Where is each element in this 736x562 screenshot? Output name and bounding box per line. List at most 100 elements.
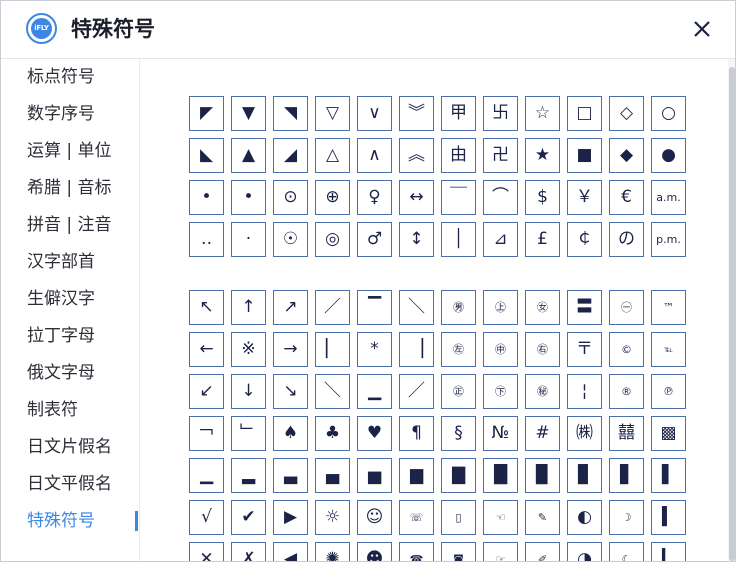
- symbol-cell[interactable]: ＼: [399, 290, 434, 325]
- symbol-cell[interactable]: ✎: [525, 500, 560, 535]
- symbol-cell[interactable]: ☽: [609, 500, 644, 535]
- symbol-cell[interactable]: ／: [315, 290, 350, 325]
- symbol-cell[interactable]: ▄: [315, 458, 350, 493]
- symbol-cell[interactable]: ↔: [399, 180, 434, 215]
- symbol-cell[interactable]: 甲: [441, 96, 476, 131]
- symbol-cell[interactable]: ©: [609, 332, 644, 367]
- symbol-cell[interactable]: ︽: [399, 138, 434, 173]
- symbol-cell[interactable]: $: [525, 180, 560, 215]
- symbol-cell[interactable]: ♥: [357, 416, 392, 451]
- symbol-cell[interactable]: 由: [441, 138, 476, 173]
- symbol-cell[interactable]: ㊧: [441, 332, 476, 367]
- symbol-cell[interactable]: ✕: [189, 542, 224, 561]
- symbol-cell[interactable]: *: [357, 332, 392, 367]
- symbol-cell[interactable]: ←: [189, 332, 224, 367]
- symbol-cell[interactable]: ☜: [483, 500, 518, 535]
- symbol-cell[interactable]: の: [609, 222, 644, 257]
- sidebar-item-russian-letters[interactable]: 俄文字母: [27, 361, 95, 385]
- symbol-cell[interactable]: ♂: [357, 222, 392, 257]
- symbol-cell[interactable]: △: [315, 138, 350, 173]
- sidebar-item-latin-letters[interactable]: 拉丁字母: [27, 324, 95, 348]
- symbol-cell[interactable]: ⌒: [483, 180, 518, 215]
- symbol-cell[interactable]: ⊙: [273, 180, 308, 215]
- symbol-cell[interactable]: ℡: [651, 332, 686, 367]
- symbol-cell[interactable]: ㊀: [609, 290, 644, 325]
- symbol-cell[interactable]: ↙: [189, 374, 224, 409]
- symbol-cell[interactable]: ▼: [231, 96, 266, 131]
- symbol-cell[interactable]: ▉: [525, 458, 560, 493]
- symbol-cell[interactable]: ◢: [273, 138, 308, 173]
- symbol-cell[interactable]: ●: [651, 138, 686, 173]
- symbol-cell[interactable]: ／: [399, 374, 434, 409]
- symbol-cell[interactable]: ☾: [609, 542, 644, 561]
- sidebar-item-rare-characters[interactable]: 生僻汉字: [27, 287, 95, 311]
- symbol-cell[interactable]: ㊤: [483, 290, 518, 325]
- symbol-cell[interactable]: ▇: [441, 458, 476, 493]
- symbol-cell[interactable]: ↕: [399, 222, 434, 257]
- symbol-cell[interactable]: ▲: [231, 138, 266, 173]
- sidebar-item-radicals[interactable]: 汉字部首: [27, 250, 95, 274]
- symbol-cell[interactable]: ¶: [399, 416, 434, 451]
- symbol-cell[interactable]: █: [483, 458, 518, 493]
- symbol-cell[interactable]: ▯: [441, 500, 476, 535]
- symbol-cell[interactable]: ▌: [651, 458, 686, 493]
- symbol-cell[interactable]: ▎: [651, 542, 686, 561]
- symbol-cell[interactable]: ♀: [357, 180, 392, 215]
- symbol-cell[interactable]: ▆: [399, 458, 434, 493]
- symbol-cell[interactable]: ⊿: [483, 222, 518, 257]
- symbol-cell[interactable]: a.m.: [651, 180, 686, 215]
- symbol-cell[interactable]: ◎: [315, 222, 350, 257]
- symbol-cell[interactable]: ▩: [651, 416, 686, 451]
- symbol-cell[interactable]: 卐: [483, 96, 518, 131]
- symbol-cell[interactable]: ※: [231, 332, 266, 367]
- symbol-cell[interactable]: ▋: [609, 458, 644, 493]
- symbol-cell[interactable]: ◣: [189, 138, 224, 173]
- symbol-cell[interactable]: ▁: [357, 374, 392, 409]
- symbol-cell[interactable]: □: [567, 96, 602, 131]
- symbol-cell[interactable]: ﹂: [231, 416, 266, 451]
- symbol-cell[interactable]: ☺: [357, 500, 392, 535]
- symbol-cell[interactable]: ™: [651, 290, 686, 325]
- symbol-cell[interactable]: ◐: [567, 500, 602, 535]
- symbol-cell[interactable]: ㈱: [567, 416, 602, 451]
- symbol-cell[interactable]: ‥: [189, 222, 224, 257]
- symbol-cell[interactable]: ∧: [357, 138, 392, 173]
- scrollbar-thumb[interactable]: [729, 67, 735, 561]
- symbol-cell[interactable]: ㊛: [525, 290, 560, 325]
- symbol-cell[interactable]: ↓: [231, 374, 266, 409]
- symbol-cell[interactable]: ∨: [357, 96, 392, 131]
- symbol-cell[interactable]: ♠: [273, 416, 308, 451]
- symbol-cell[interactable]: ◤: [189, 96, 224, 131]
- symbol-cell[interactable]: ☻: [357, 542, 392, 561]
- symbol-cell[interactable]: ✐: [525, 542, 560, 561]
- symbol-cell[interactable]: │: [441, 222, 476, 257]
- symbol-cell[interactable]: ㊥: [483, 332, 518, 367]
- symbol-cell[interactable]: ◇: [609, 96, 644, 131]
- symbol-cell[interactable]: ▁: [189, 458, 224, 493]
- symbol-cell[interactable]: ㊙: [525, 374, 560, 409]
- symbol-cell[interactable]: ▽: [315, 96, 350, 131]
- symbol-cell[interactable]: ↑: [231, 290, 266, 325]
- close-button[interactable]: [687, 15, 715, 43]
- symbol-cell[interactable]: ®: [609, 374, 644, 409]
- symbol-cell[interactable]: •: [189, 180, 224, 215]
- symbol-cell[interactable]: ↗: [273, 290, 308, 325]
- symbol-cell[interactable]: ☎: [399, 542, 434, 561]
- symbol-cell[interactable]: ◥: [273, 96, 308, 131]
- symbol-cell[interactable]: №: [483, 416, 518, 451]
- sidebar-item-math-units[interactable]: 运算 | 单位: [27, 139, 112, 163]
- symbol-cell[interactable]: ☉: [273, 222, 308, 257]
- symbol-cell[interactable]: §: [441, 416, 476, 451]
- symbol-cell[interactable]: ㊦: [483, 374, 518, 409]
- symbol-cell[interactable]: 〒: [567, 332, 602, 367]
- symbol-cell[interactable]: √: [189, 500, 224, 535]
- sidebar-item-box-drawing[interactable]: 制表符: [27, 398, 78, 422]
- sidebar-item-pinyin-zhuyin[interactable]: 拼音 | 注音: [27, 213, 112, 237]
- symbol-cell[interactable]: ▃: [273, 458, 308, 493]
- symbol-cell[interactable]: ▍: [651, 500, 686, 535]
- symbol-cell[interactable]: ☏: [399, 500, 434, 535]
- symbol-cell[interactable]: ℗: [651, 374, 686, 409]
- symbol-cell[interactable]: ↘: [273, 374, 308, 409]
- symbol-cell[interactable]: ▏: [315, 332, 350, 367]
- symbol-cell[interactable]: ▅: [357, 458, 392, 493]
